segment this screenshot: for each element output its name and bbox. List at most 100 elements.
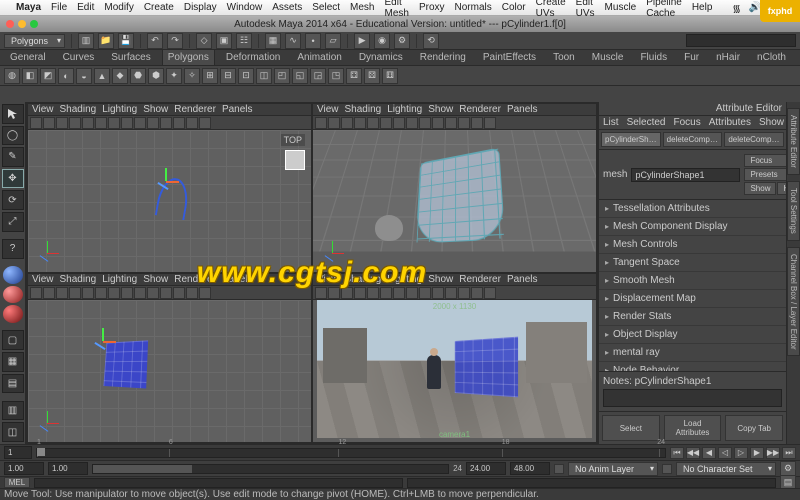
step-back-key-button[interactable]: ◀◀ xyxy=(686,447,700,459)
play-back-button[interactable]: ◁ xyxy=(718,447,732,459)
lasso-tool[interactable]: ◯ xyxy=(2,126,24,146)
vp-icon[interactable] xyxy=(56,287,68,299)
vp-icon[interactable] xyxy=(69,287,81,299)
ae-menu-focus[interactable]: Focus xyxy=(673,117,700,128)
vp-menu-panels[interactable]: Panels xyxy=(222,104,253,115)
rotate-tool[interactable]: ⟳ xyxy=(2,190,24,210)
select-tool[interactable] xyxy=(2,104,24,124)
vp-menu-lighting[interactable]: Lighting xyxy=(102,274,137,285)
vp-icon[interactable] xyxy=(147,287,159,299)
material-preview-blue[interactable] xyxy=(3,266,23,284)
ae-section-smooth-mesh[interactable]: Smooth Mesh xyxy=(599,272,786,290)
vp-menu-view[interactable]: View xyxy=(32,274,54,285)
shelf-item[interactable]: ◒ xyxy=(76,68,92,84)
shelf-tab-painteffects[interactable]: PaintEffects xyxy=(477,49,542,65)
vp-icon[interactable] xyxy=(121,287,133,299)
step-back-button[interactable]: ◀ xyxy=(702,447,716,459)
viewport-persp[interactable]: View Shading Lighting Show Renderer Pane… xyxy=(313,104,596,272)
vp-menu-lighting[interactable]: Lighting xyxy=(387,274,422,285)
construction-history-icon[interactable]: ⟲ xyxy=(423,33,439,49)
menu-muscle[interactable]: Muscle xyxy=(605,2,637,13)
move-tool[interactable]: ✥ xyxy=(2,169,24,189)
vp-menu-view[interactable]: View xyxy=(32,104,54,115)
menuset-dropdown[interactable]: Polygons xyxy=(4,34,65,48)
snap-plane-icon[interactable]: ▱ xyxy=(325,33,341,49)
step-forward-button[interactable]: ▶ xyxy=(750,447,764,459)
viewport-camera[interactable]: View Shading Lighting Show Renderer Pane… xyxy=(313,274,596,442)
play-forward-button[interactable]: ▷ xyxy=(734,447,748,459)
ae-section-displacement[interactable]: Displacement Map xyxy=(599,290,786,308)
viewport-canvas[interactable] xyxy=(28,300,311,442)
vp-menu-show[interactable]: Show xyxy=(428,274,453,285)
ae-section-tangent-space[interactable]: Tangent Space xyxy=(599,254,786,272)
vp-icon[interactable] xyxy=(458,117,470,129)
vp-icon[interactable] xyxy=(341,117,353,129)
last-tool[interactable]: ? xyxy=(2,239,24,259)
select-by-hierarchy-icon[interactable]: ☷ xyxy=(236,33,252,49)
vp-icon[interactable] xyxy=(328,117,340,129)
viewport-canvas[interactable]: 2000 x 1130 xyxy=(317,300,592,438)
shelf-item[interactable]: ⚄ xyxy=(364,68,380,84)
vp-menu-renderer[interactable]: Renderer xyxy=(174,274,216,285)
vp-icon[interactable] xyxy=(30,287,42,299)
vp-icon[interactable] xyxy=(445,287,457,299)
vp-icon[interactable] xyxy=(354,117,366,129)
vp-menu-renderer[interactable]: Renderer xyxy=(459,274,501,285)
shelf-tab-fur[interactable]: Fur xyxy=(678,49,705,65)
viewcube-icon[interactable] xyxy=(285,150,305,170)
ae-menu-list[interactable]: List xyxy=(603,117,619,128)
shelf-item[interactable]: ⊞ xyxy=(202,68,218,84)
shelf-item[interactable]: ◲ xyxy=(310,68,326,84)
ae-select-button[interactable]: Select xyxy=(602,415,660,441)
auto-key-toggle[interactable] xyxy=(554,464,564,474)
select-by-component-icon[interactable]: ▣ xyxy=(216,33,232,49)
menu-mesh[interactable]: Mesh xyxy=(350,2,374,13)
vp-icon[interactable] xyxy=(82,287,94,299)
menu-file[interactable]: File xyxy=(51,2,67,13)
shelf-item[interactable]: ✧ xyxy=(184,68,200,84)
time-slider-track[interactable]: 1 6 12 18 24 xyxy=(36,448,666,458)
menu-modify[interactable]: Modify xyxy=(104,2,133,13)
range-end-field[interactable] xyxy=(466,462,506,475)
material-preview-red2[interactable] xyxy=(3,305,23,323)
shelf-tab-deformation[interactable]: Deformation xyxy=(220,49,286,65)
vp-icon[interactable] xyxy=(354,287,366,299)
command-language-toggle[interactable]: MEL xyxy=(4,477,30,488)
scale-tool[interactable]: ⤢ xyxy=(2,212,24,232)
anim-start-field[interactable] xyxy=(4,462,44,475)
shelf-item[interactable]: ◰ xyxy=(274,68,290,84)
vp-icon[interactable] xyxy=(108,287,120,299)
vp-icon[interactable] xyxy=(199,117,211,129)
current-time-marker[interactable] xyxy=(37,448,45,456)
command-input[interactable] xyxy=(34,478,403,488)
vp-icon[interactable] xyxy=(341,287,353,299)
material-preview-red[interactable] xyxy=(3,286,23,304)
shelf-item[interactable]: ▲ xyxy=(94,68,110,84)
anim-layer-dropdown[interactable]: No Anim Layer xyxy=(568,462,658,476)
menubar-wifi-icon[interactable]: ᯾ xyxy=(732,1,741,15)
vp-icon[interactable] xyxy=(315,287,327,299)
vp-icon[interactable] xyxy=(147,117,159,129)
window-minimize-button[interactable] xyxy=(18,20,26,28)
shelf-item[interactable]: ◳ xyxy=(328,68,344,84)
vp-icon[interactable] xyxy=(367,287,379,299)
vp-menu-panels[interactable]: Panels xyxy=(222,274,253,285)
ae-section-node-behavior[interactable]: Node Behavior xyxy=(599,362,786,371)
vp-menu-panels[interactable]: Panels xyxy=(507,274,538,285)
shelf-item[interactable]: ◐ xyxy=(58,68,74,84)
shelf-item[interactable]: ⬣ xyxy=(130,68,146,84)
select-by-object-icon[interactable]: ◇ xyxy=(196,33,212,49)
vp-icon[interactable] xyxy=(471,287,483,299)
window-close-button[interactable] xyxy=(6,20,14,28)
shelf-item[interactable]: ◍ xyxy=(4,68,20,84)
vp-menu-shading[interactable]: Shading xyxy=(60,274,97,285)
vp-menu-show[interactable]: Show xyxy=(143,274,168,285)
vp-icon[interactable] xyxy=(186,117,198,129)
shelf-tab-general[interactable]: General xyxy=(4,49,52,65)
tab-tool-settings[interactable]: Tool Settings xyxy=(787,181,800,241)
shelf-tab-nhair[interactable]: nHair xyxy=(710,49,746,65)
vp-icon[interactable] xyxy=(484,117,496,129)
vp-menu-renderer[interactable]: Renderer xyxy=(174,104,216,115)
vp-icon[interactable] xyxy=(160,287,172,299)
ae-section-tessellation[interactable]: Tessellation Attributes xyxy=(599,200,786,218)
